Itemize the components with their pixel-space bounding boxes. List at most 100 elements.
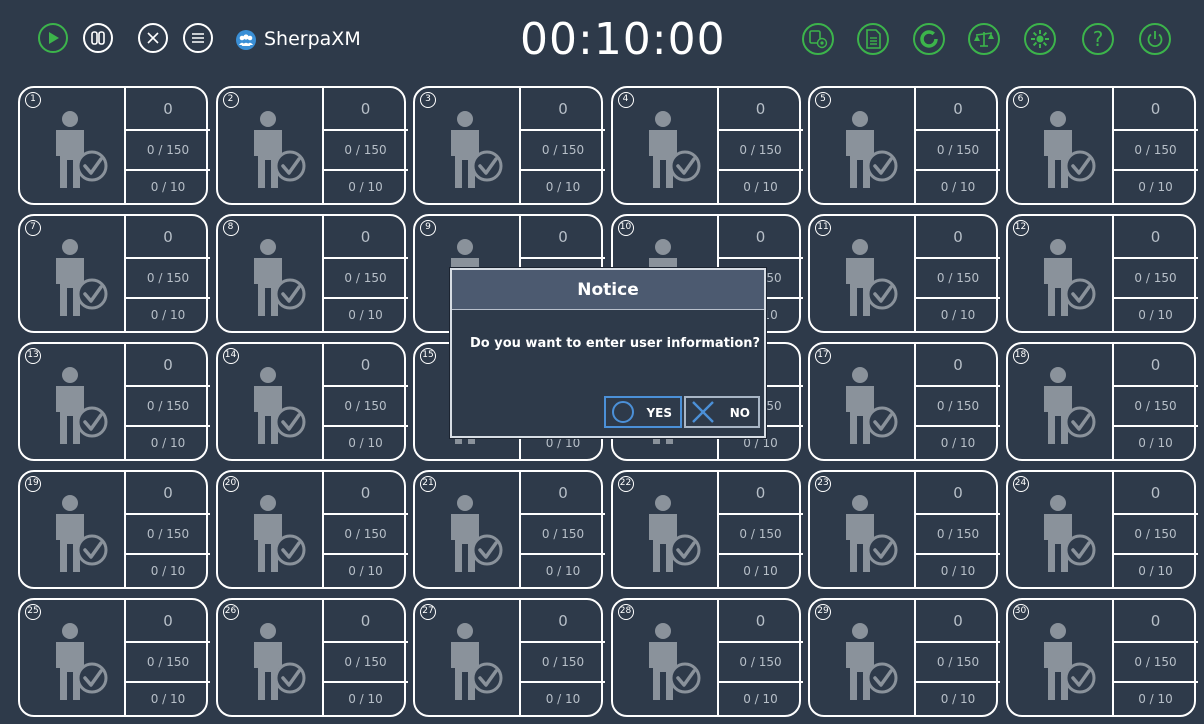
participant-card[interactable]: 4 00 / 150 0 / 10 [610,86,803,205]
participant-card[interactable]: 6 00 / 150 0 / 10 [1005,86,1198,205]
card-count: 0 / 10 [940,308,976,322]
participant-card[interactable]: 21 0 0 / 150 0 / 10 [413,470,605,589]
participant-card[interactable]: 17 0 0 / 150 0 / 10 [808,342,1000,461]
participant-card[interactable]: 18 0 0 / 150 0 / 10 [1005,342,1198,461]
user-check-icon [846,623,898,700]
gear-icon [1031,30,1049,48]
card-count: 0 / 10 [743,180,778,194]
card-progress: 0 / 150 [1113,515,1198,555]
participant-card[interactable]: 26 0 0 / 150 0 / 10 [215,598,408,717]
balance-button[interactable] [968,23,1000,55]
participant-card[interactable]: 29 0 0 / 150 0 / 10 [808,598,1000,717]
stop-button[interactable] [138,23,168,53]
participant-card[interactable]: 8 00 / 150 0 / 10 [215,214,408,333]
card-progress: 0 / 150 [1113,643,1198,683]
notice-dialog: Notice Do you want to enter user informa… [450,268,766,438]
card-stats: 00 / 150 0 / 10 [321,600,408,715]
participant-card[interactable]: 7 00 / 150 0 / 10 [18,214,210,333]
participant-card[interactable]: 11 0 0 / 150 0 / 10 [808,214,1000,333]
person-icon [1038,622,1100,702]
card-score: 0 [521,216,605,259]
card-count: 0 / 10 [940,436,976,450]
user-check-icon [648,111,700,188]
menu-icon [192,33,204,43]
card-number: 26 [222,604,239,620]
card-stats: 00 / 150 0 / 10 [716,472,803,587]
participant-card[interactable]: 20 0 0 / 150 0 / 10 [215,470,408,589]
card-score: 0 [718,88,803,131]
person-icon [248,110,310,190]
person-icon [643,622,705,702]
participant-card[interactable]: 24 0 0 / 150 0 / 10 [1005,470,1198,589]
participant-card[interactable]: 23 0 0 / 150 0 / 10 [808,470,1000,589]
card-number: 17 [815,348,831,364]
document-button[interactable] [857,23,889,55]
person-icon [840,494,902,574]
card-score: 0 [916,472,1000,515]
card-progress: 0 / 150 [323,131,408,171]
card-progress: 0 / 150 [718,515,803,555]
participant-card[interactable]: 2 00 / 150 0 / 10 [215,86,408,205]
person-icon [248,622,310,702]
no-button[interactable]: NO [684,396,760,428]
power-button[interactable] [1139,23,1171,55]
card-count: 0 / 10 [1138,564,1173,578]
card-progress: 0 / 150 [916,259,1000,299]
participant-card[interactable]: 1 00 / 150 0 / 10 [18,86,210,205]
card-count: 0 / 10 [940,692,976,706]
card-count: 0 / 10 [545,180,581,194]
card-stats: 00 / 150 0 / 10 [519,88,605,203]
participant-card[interactable]: 27 0 0 / 150 0 / 10 [413,598,605,717]
card-stats: 00 / 150 0 / 10 [519,472,605,587]
no-label: NO [729,406,750,420]
pause-button[interactable] [83,23,113,53]
card-count: 0 / 10 [348,564,383,578]
card-score: 0 [1113,216,1198,259]
user-check-icon [56,111,108,188]
card-progress: 0 / 150 [521,643,605,683]
card-stats: 00 / 150 0 / 10 [716,600,803,715]
card-number: 20 [222,476,239,492]
participant-card[interactable]: 19 0 0 / 150 0 / 10 [18,470,210,589]
menu-button[interactable] [183,23,213,53]
participant-card[interactable]: 28 0 0 / 150 0 / 10 [610,598,803,717]
participant-card[interactable]: 3 00 / 150 0 / 10 [413,86,605,205]
card-score: 0 [1113,88,1198,131]
play-button[interactable] [38,23,68,53]
participant-card[interactable]: 13 0 0 / 150 0 / 10 [18,342,210,461]
participant-card[interactable]: 30 0 0 / 150 0 / 10 [1005,598,1198,717]
participant-card[interactable]: 14 0 0 / 150 0 / 10 [215,342,408,461]
card-stats: 00 / 150 0 / 10 [519,600,605,715]
card-count: 0 / 10 [150,692,186,706]
participant-card[interactable]: 12 0 0 / 150 0 / 10 [1005,214,1198,333]
scale-icon [974,32,994,47]
user-check-icon [1043,367,1095,444]
card-stats: 00 / 150 0 / 10 [321,216,408,331]
card-number: 3 [420,92,436,108]
settings-button[interactable] [1024,23,1056,55]
card-number: 15 [420,348,436,364]
card-progress: 0 / 150 [1113,387,1198,427]
pie-chart-icon [920,30,938,48]
card-progress: 0 / 150 [126,643,210,683]
card-progress: 0 / 150 [521,131,605,171]
card-score: 0 [126,472,210,515]
participant-card[interactable]: 25 0 0 / 150 0 / 10 [18,598,210,717]
chart-button[interactable] [913,23,945,55]
card-count: 0 / 10 [150,436,186,450]
card-score: 0 [1113,600,1198,643]
card-count: 0 / 10 [348,308,383,322]
device-on-button[interactable] [802,23,834,55]
person-icon [248,366,310,446]
yes-button[interactable]: YES [604,396,682,428]
person-icon [643,110,705,190]
card-progress: 0 / 150 [126,387,210,427]
help-button[interactable]: ? [1082,23,1114,55]
card-stats: 00 / 150 0 / 10 [914,344,1000,459]
participant-card[interactable]: 5 00 / 150 0 / 10 [808,86,1000,205]
user-check-icon [56,239,108,316]
card-stats: 00 / 150 0 / 10 [124,600,210,715]
participant-card[interactable]: 22 0 0 / 150 0 / 10 [610,470,803,589]
card-stats: 00 / 150 0 / 10 [1111,472,1198,587]
card-stats: 00 / 150 0 / 10 [1111,600,1198,715]
